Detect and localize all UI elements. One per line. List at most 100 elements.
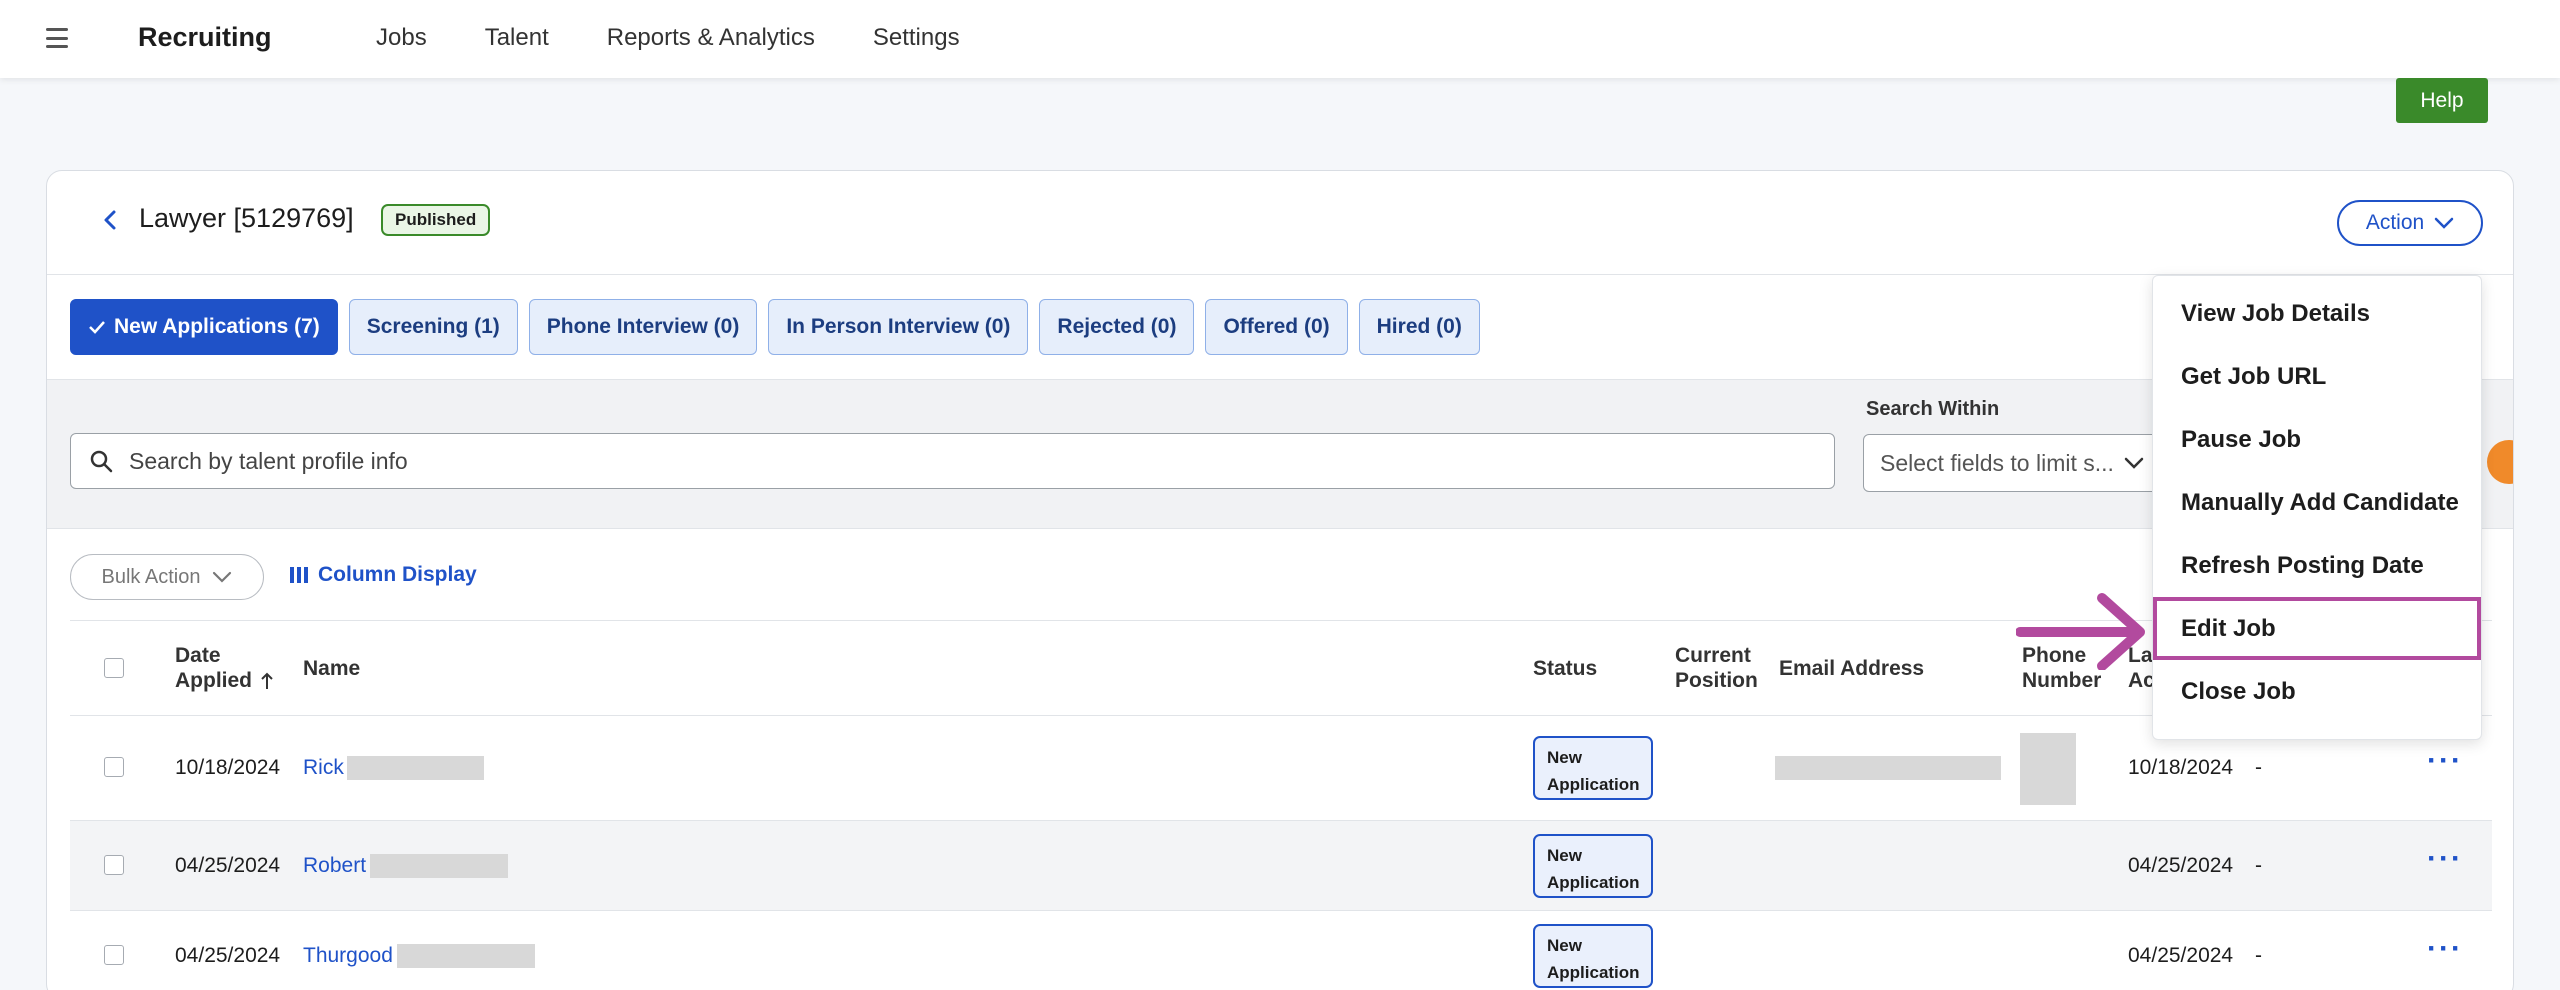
tab-offered[interactable]: Offered (0) (1205, 299, 1348, 355)
annotation-arrow-icon (2016, 593, 2145, 670)
search-filter-band: Search Within Select fields to limit s..… (47, 379, 2513, 529)
status-text: New (1547, 748, 1582, 767)
table-row[interactable]: 04/25/2024 Thurgood New Application 04/2… (70, 911, 2492, 990)
chevron-down-icon (2124, 457, 2144, 469)
search-within-label: Search Within (1866, 398, 2000, 420)
nav-talent[interactable]: Talent (485, 24, 549, 52)
row-checkbox[interactable] (104, 945, 124, 965)
extra-value: - (2255, 756, 2262, 779)
sort-up-arrow-icon (261, 672, 273, 689)
candidate-name-link[interactable]: Thurgood (303, 944, 393, 968)
header-status[interactable]: Status (1533, 656, 1597, 681)
search-within-select[interactable]: Select fields to limit s... (1863, 434, 2173, 492)
hamburger-menu-icon[interactable] (46, 28, 68, 48)
redacted-text (397, 944, 535, 968)
header-text: Number (2022, 669, 2102, 692)
job-status-badge: Published (381, 204, 491, 236)
tab-in-person-interview[interactable]: In Person Interview (0) (768, 299, 1029, 355)
row-more-options-icon[interactable]: ··· (2427, 932, 2463, 966)
redacted-phone (2020, 733, 2076, 805)
row-more-options-icon[interactable]: ··· (2427, 744, 2463, 778)
status-badge: New Application (1533, 924, 1653, 988)
chevron-down-icon (2434, 217, 2454, 229)
menu-item-refresh-posting-date[interactable]: Refresh Posting Date (2153, 534, 2481, 597)
status-text: New (1547, 846, 1582, 865)
nav-reports-analytics[interactable]: Reports & Analytics (607, 24, 815, 52)
tab-phone-interview[interactable]: Phone Interview (0) (528, 299, 758, 355)
menu-item-view-job-details[interactable]: View Job Details (2153, 282, 2481, 345)
action-dropdown-menu: View Job Details Get Job URL Pause Job M… (2152, 275, 2482, 740)
bulk-action-button[interactable]: Bulk Action (70, 554, 264, 600)
header-text: Ac (2128, 669, 2155, 692)
date-applied: 04/25/2024 (175, 854, 281, 877)
nav-settings[interactable]: Settings (873, 24, 960, 52)
redacted-text (347, 756, 484, 780)
redacted-email (1775, 756, 2001, 780)
header-text: Current (1675, 644, 1751, 667)
search-box (70, 433, 1835, 489)
table-row[interactable]: 10/18/2024 Rick New Application 10/18/20… (70, 716, 2492, 821)
status-text: Application (1547, 963, 1640, 982)
menu-item-pause-job[interactable]: Pause Job (2153, 408, 2481, 471)
menu-item-get-job-url[interactable]: Get Job URL (2153, 345, 2481, 408)
header-date-applied[interactable]: Date Applied (175, 643, 274, 693)
row-checkbox[interactable] (104, 757, 124, 777)
header-text: Position (1675, 669, 1758, 692)
status-text: Application (1547, 775, 1640, 794)
columns-icon (290, 567, 308, 583)
job-title: Lawyer [5129769] (139, 203, 354, 233)
select-all-checkbox[interactable] (104, 658, 124, 678)
extra-value: - (2255, 944, 2262, 967)
header-text: Date (175, 644, 221, 667)
menu-item-edit-job[interactable]: Edit Job (2153, 597, 2481, 660)
header-email-address[interactable]: Email Address (1779, 656, 1924, 681)
candidate-name-link[interactable]: Rick (303, 756, 344, 780)
orange-filter-button[interactable] (2487, 440, 2513, 484)
table-row[interactable]: 04/25/2024 Robert New Application 04/25/… (70, 821, 2492, 911)
column-display-button[interactable]: Column Display (290, 563, 477, 587)
help-button[interactable]: Help (2396, 78, 2488, 123)
nav-jobs[interactable]: Jobs (376, 24, 427, 52)
row-more-options-icon[interactable]: ··· (2427, 842, 2463, 876)
search-within-placeholder: Select fields to limit s... (1880, 449, 2114, 476)
chevron-down-icon (213, 571, 232, 583)
action-button-label: Action (2365, 211, 2425, 234)
check-icon (89, 321, 105, 334)
tab-new-applications[interactable]: New Applications (7) (70, 299, 338, 355)
top-navigation-bar: Recruiting Jobs Talent Reports & Analyti… (0, 0, 2560, 78)
status-text: Application (1547, 873, 1640, 892)
redacted-text (370, 854, 508, 878)
row-checkbox[interactable] (104, 855, 124, 875)
pipeline-tabs: New Applications (7) Screening (1) Phone… (70, 299, 1480, 355)
tab-rejected[interactable]: Rejected (0) (1039, 299, 1195, 355)
extra-value: - (2255, 854, 2262, 877)
column-display-label: Column Display (318, 563, 477, 586)
header-name[interactable]: Name (303, 656, 360, 681)
candidate-name-link[interactable]: Robert (303, 854, 366, 878)
header-text: Applied (175, 669, 252, 692)
tab-screening[interactable]: Screening (1) (348, 299, 518, 355)
menu-item-manually-add-candidate[interactable]: Manually Add Candidate (2153, 471, 2481, 534)
tab-hired[interactable]: Hired (0) (1358, 299, 1480, 355)
header-current-position[interactable]: Current Position (1675, 643, 1758, 693)
status-text: New (1547, 936, 1582, 955)
last-activity-date: 04/25/2024 (2128, 944, 2234, 967)
status-badge: New Application (1533, 834, 1653, 898)
tab-label: New Applications (7) (114, 315, 320, 338)
menu-item-close-job[interactable]: Close Job (2153, 660, 2481, 723)
action-button[interactable]: Action (2337, 200, 2483, 246)
job-card: Lawyer [5129769] Published Action New Ap… (46, 170, 2514, 990)
status-badge: New Application (1533, 736, 1653, 800)
date-applied: 10/18/2024 (175, 756, 281, 779)
app-title: Recruiting (138, 22, 272, 52)
search-input[interactable] (129, 447, 1729, 475)
header-divider (47, 274, 2513, 275)
back-chevron-icon[interactable] (99, 209, 121, 231)
last-activity-date: 10/18/2024 (2128, 756, 2234, 779)
search-icon (90, 450, 113, 473)
applicants-table: Date Applied Name Status Current Positio… (70, 620, 2492, 990)
main-nav: Jobs Talent Reports & Analytics Settings (376, 24, 960, 52)
bulk-action-label: Bulk Action (101, 565, 201, 588)
last-activity-date: 04/25/2024 (2128, 854, 2234, 877)
date-applied: 04/25/2024 (175, 944, 281, 967)
